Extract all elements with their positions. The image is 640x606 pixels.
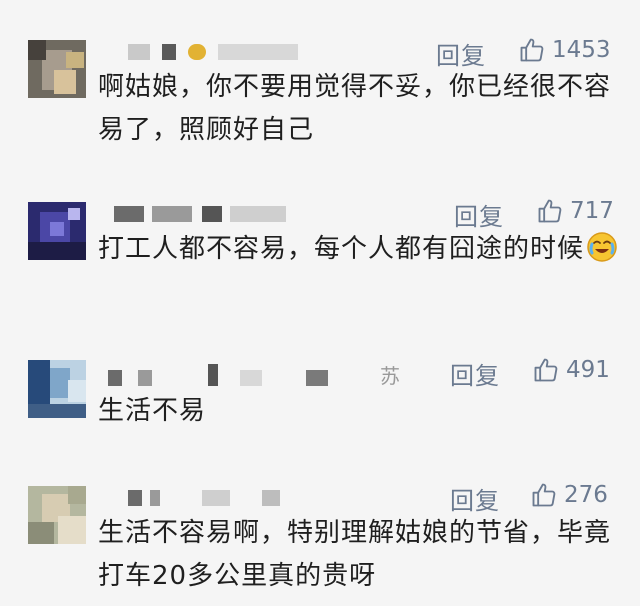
reply-button[interactable]: 回复 — [450, 481, 500, 516]
like-button[interactable]: 1453 — [518, 36, 611, 64]
username-redacted[interactable] — [100, 364, 340, 386]
avatar[interactable] — [28, 40, 86, 98]
like-count: 276 — [564, 482, 608, 508]
like-button[interactable]: 276 — [530, 481, 608, 509]
username-redacted[interactable] — [106, 206, 296, 222]
avatar[interactable] — [28, 360, 86, 418]
like-count: 1453 — [552, 37, 611, 63]
avatar[interactable] — [28, 486, 86, 544]
username-redacted[interactable] — [118, 44, 318, 60]
crying-laughing-emoji-icon — [587, 232, 617, 262]
like-button[interactable]: 717 — [536, 197, 614, 225]
avatar[interactable] — [28, 202, 86, 260]
thumbs-up-icon — [538, 199, 562, 223]
comment-text: 啊姑娘，你不要用觉得不妥，你已经很不容易了，照顾好自己 — [98, 72, 612, 145]
comment-text: 生活不易 — [98, 396, 207, 426]
comment-text: 生活不容易啊，特别理解姑娘的节省，毕竟打车20多公里真的贵呀 — [98, 518, 612, 591]
like-button[interactable]: 491 — [532, 356, 610, 384]
thumbs-up-icon — [534, 358, 558, 382]
reply-button[interactable]: 回复 — [454, 197, 504, 232]
like-count: 717 — [570, 198, 614, 224]
thumbs-up-icon — [520, 38, 544, 62]
username-suffix: 苏 — [380, 364, 400, 388]
like-count: 491 — [566, 357, 610, 383]
username-redacted[interactable] — [120, 490, 290, 506]
thumbs-up-icon — [532, 483, 556, 507]
reply-button[interactable]: 回复 — [450, 356, 500, 391]
comment-text: 打工人都不容易，每个人都有囧途的时候 — [98, 228, 623, 271]
